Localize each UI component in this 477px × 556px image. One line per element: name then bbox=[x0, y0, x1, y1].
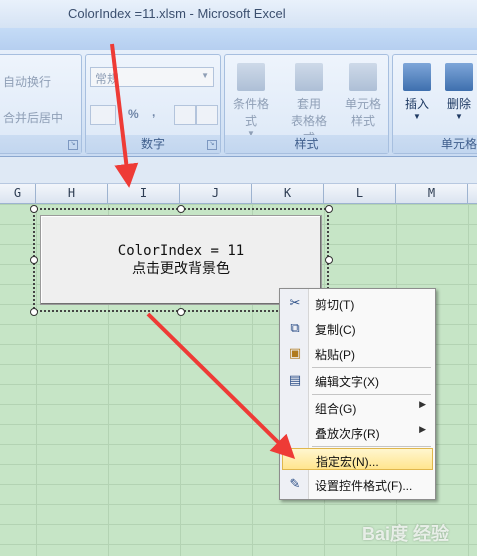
annotation-arrow bbox=[146, 312, 296, 460]
watermark-text: Bai度 经验 bbox=[361, 524, 449, 544]
annotation-arrow bbox=[110, 43, 139, 188]
annotation-arrows bbox=[110, 43, 296, 460]
